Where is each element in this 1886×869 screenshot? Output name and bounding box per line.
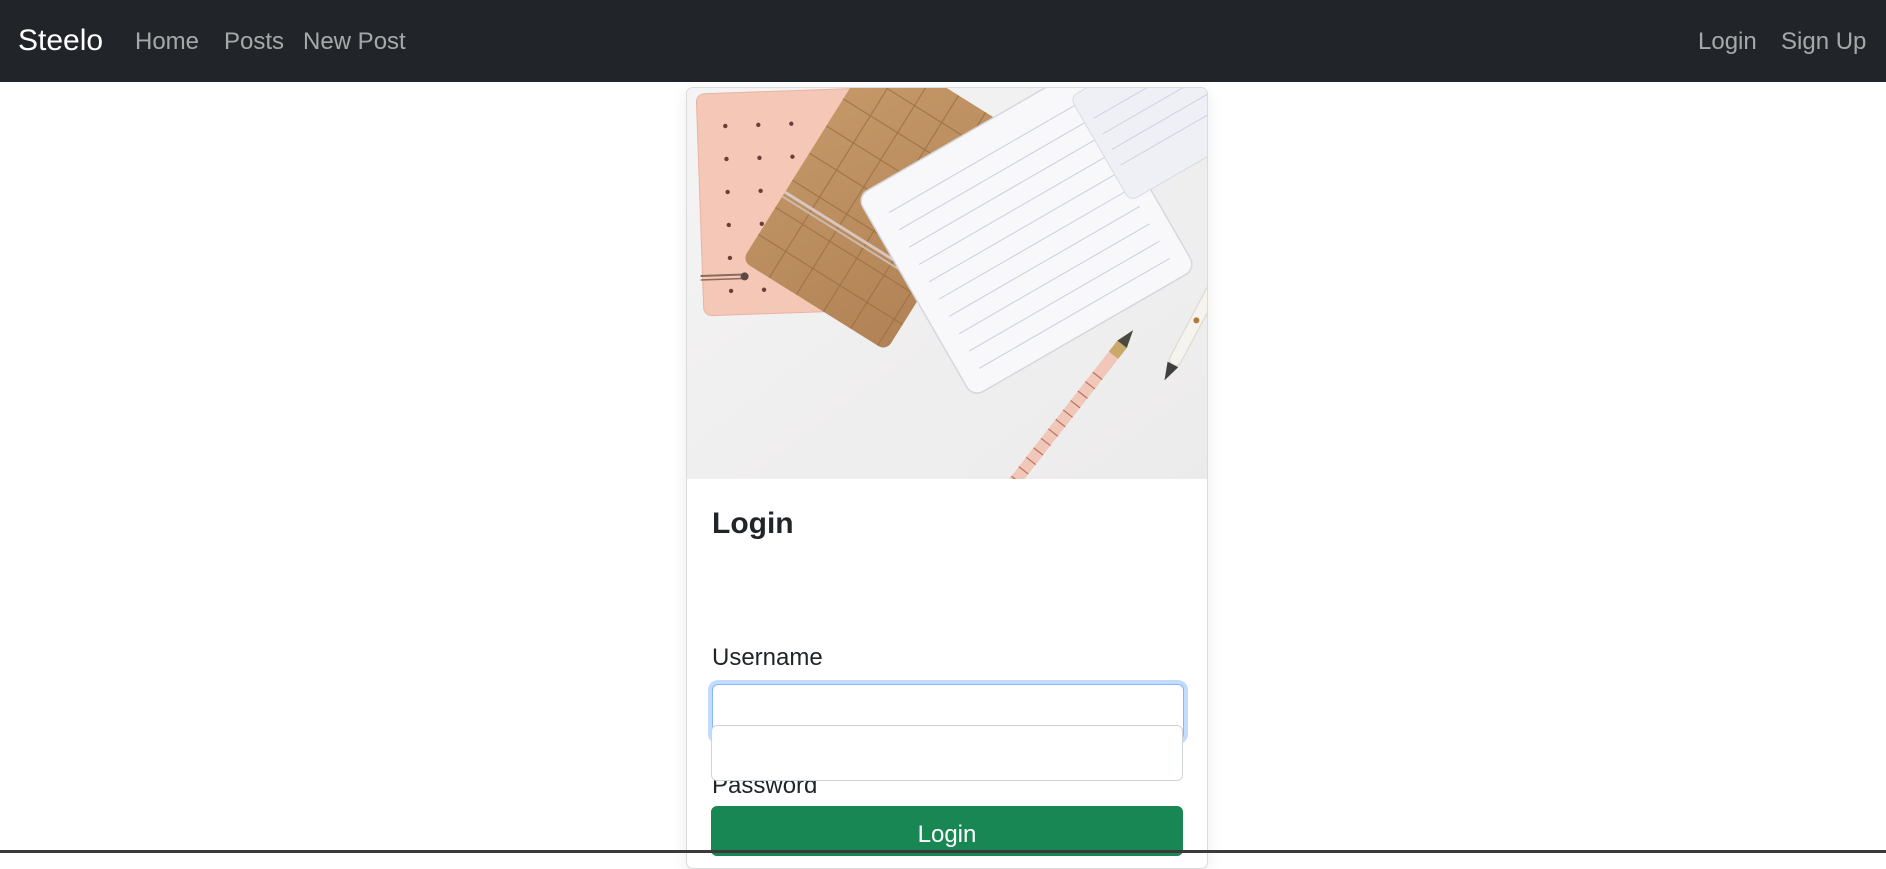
top-navbar: Steelo Home Posts New Post Login Sign Up bbox=[0, 0, 1886, 82]
nav-posts-link[interactable]: Posts bbox=[224, 26, 284, 58]
nav-signup-link[interactable]: Sign Up bbox=[1781, 26, 1866, 58]
nav-login-link[interactable]: Login bbox=[1698, 26, 1757, 58]
username-label: Username bbox=[712, 644, 823, 671]
login-card-title: Login bbox=[712, 507, 794, 540]
card-hero-image bbox=[687, 88, 1207, 479]
login-submit-button[interactable]: Login bbox=[711, 806, 1183, 856]
brand-logo-link[interactable]: Steelo bbox=[18, 22, 103, 60]
nav-home-link[interactable]: Home bbox=[135, 26, 199, 58]
password-input[interactable] bbox=[711, 725, 1183, 781]
nav-new-post-link[interactable]: New Post bbox=[303, 26, 406, 58]
